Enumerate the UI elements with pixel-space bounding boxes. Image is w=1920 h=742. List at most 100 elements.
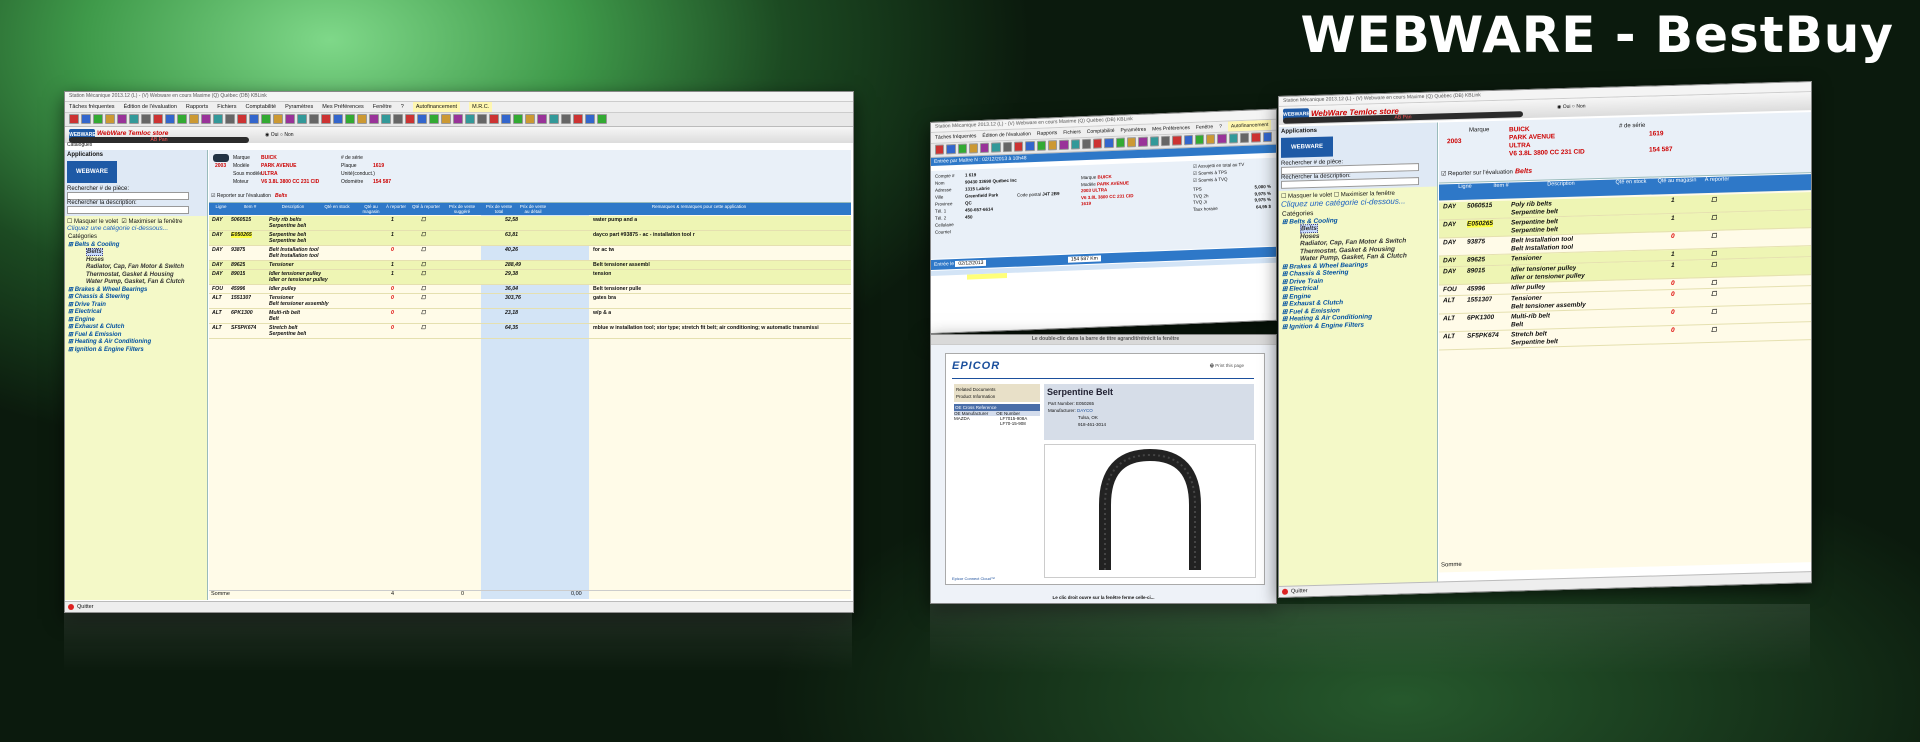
table-row[interactable]: ALT SF5PK674 Stretch belt Serpentine belt 0 ☐… <box>209 324 851 339</box>
toolbar-button-icon[interactable] <box>1149 136 1159 147</box>
toolbar-button-icon[interactable] <box>273 114 283 124</box>
toolbar-button-icon[interactable] <box>513 114 523 124</box>
right-report-checkbox[interactable]: ☐ <box>1711 326 1717 334</box>
column-header[interactable]: Qté à reporter <box>409 204 443 209</box>
toolbar-button-icon[interactable] <box>968 143 979 154</box>
menu-3[interactable]: Fichiers <box>217 102 236 112</box>
right-column-header[interactable]: Description <box>1539 181 1583 188</box>
column-header[interactable]: Item # <box>233 204 267 209</box>
report-button[interactable]: ☑ Reporter sur l'évaluation <box>211 193 271 199</box>
tree-item-selected[interactable]: Belts <box>86 248 103 256</box>
column-header[interactable]: Prix de vente total <box>481 204 517 214</box>
toolbar-button-icon[interactable] <box>333 114 343 124</box>
right-report-checkbox[interactable]: ☐ <box>1711 308 1717 316</box>
toolbar-button-icon[interactable] <box>1127 137 1137 148</box>
toolbar-button-icon[interactable] <box>1081 138 1092 150</box>
toolbar-button-icon[interactable] <box>369 114 379 124</box>
toolbar-button-icon[interactable] <box>946 144 956 155</box>
epicor-link[interactable]: Product Information <box>956 393 1038 400</box>
menu-4[interactable]: Comptabilité <box>1087 126 1115 137</box>
toolbar-button-icon[interactable] <box>1251 132 1261 143</box>
toolbar-button-icon[interactable] <box>177 114 187 124</box>
client-field-value[interactable]: Greenfield Park <box>965 192 998 198</box>
tax-checkbox[interactable]: ☑ Soumis à TVQ <box>1193 175 1244 184</box>
tree-root[interactable]: Catégories <box>68 234 207 242</box>
tab-applications[interactable]: Applications <box>67 152 205 158</box>
right-report-checkbox[interactable]: ☐ <box>1711 196 1717 204</box>
toolbar-button-icon[interactable] <box>69 114 79 124</box>
menu-2[interactable]: Rapports <box>1037 128 1057 139</box>
toolbar-button-icon[interactable] <box>237 114 247 124</box>
report-checkbox[interactable]: ☐ <box>421 286 426 292</box>
tree-item[interactable]: ⊞ Brakes & Wheel Bearings <box>68 287 207 295</box>
mfr[interactable]: DAYCO <box>1077 408 1093 413</box>
toolbar-button-icon[interactable] <box>1002 141 1013 153</box>
toolbar-button-icon[interactable] <box>201 114 211 124</box>
toolbar-button-icon[interactable] <box>393 114 403 124</box>
column-header[interactable]: Ligne <box>211 204 231 209</box>
right-oui-non[interactable]: ◉ Oui ○ Non <box>1557 103 1586 110</box>
toolbar-button-icon[interactable] <box>1217 133 1227 144</box>
toolbar-button-icon[interactable] <box>1240 132 1250 144</box>
tree-item[interactable]: Radiator, Cap, Fan Motor & Switch <box>68 264 207 272</box>
menu-5[interactable]: Pyramètres <box>1121 125 1147 136</box>
toolbar-button-icon[interactable] <box>405 114 415 124</box>
toolbar-button-icon[interactable] <box>1115 137 1126 148</box>
tree-item[interactable]: ⊞ Chassis & Steering <box>68 294 207 302</box>
column-header[interactable]: Qté en stock <box>319 204 355 209</box>
tree-item[interactable]: ⊞ Engine <box>68 317 207 325</box>
toolbar-button-icon[interactable] <box>585 114 595 124</box>
toolbar-button-icon[interactable] <box>991 142 1001 153</box>
toolbar-button-icon[interactable] <box>249 114 259 124</box>
right-report-checkbox[interactable]: ☐ <box>1711 279 1717 287</box>
toolbar-button-icon[interactable] <box>1104 137 1114 149</box>
right-report-checkbox[interactable]: ☐ <box>1711 261 1717 269</box>
menu-3[interactable]: Fichiers <box>1063 127 1081 138</box>
right-column-header[interactable]: Qté en stock <box>1609 179 1653 186</box>
toolbar-button-icon[interactable] <box>225 114 235 124</box>
toolbar-button-icon[interactable] <box>1047 140 1058 151</box>
client-field-value[interactable]: QC <box>965 200 972 205</box>
toolbar-button-icon[interactable] <box>189 114 199 124</box>
right-report-checkbox[interactable]: ☐ <box>1711 232 1717 240</box>
toolbar-button-icon[interactable] <box>309 114 319 124</box>
right-report-checkbox[interactable]: ☐ <box>1711 290 1717 298</box>
table-row[interactable]: ALT 6PK1300 Multi-rib belt Belt 0 ☐ 23,18 w/p &… <box>209 309 851 324</box>
tree-item[interactable]: Thermostat, Gasket & Housing <box>68 272 207 280</box>
right-report-checkbox[interactable]: ☐ <box>1711 214 1717 222</box>
table-row[interactable]: DAY 93875 Belt Installation tool Belt Insta… <box>209 246 851 261</box>
column-header[interactable]: À reporter <box>385 204 407 209</box>
tree-item[interactable]: ⊞ Electrical <box>68 309 207 317</box>
toolbar-button-icon[interactable] <box>597 114 607 124</box>
toolbar-button-icon[interactable] <box>1070 139 1080 150</box>
toolbar-button-icon[interactable] <box>81 114 91 124</box>
odo-input[interactable]: 154 587 Km <box>1067 255 1101 263</box>
column-header[interactable]: Prix de vente au détail <box>519 204 547 214</box>
right-report-checkbox[interactable]: ☐ <box>1711 250 1717 258</box>
tree-item[interactable]: ⊞ Exhaust & Clutch <box>68 324 207 332</box>
toolbar-button-icon[interactable] <box>165 114 175 124</box>
menu-1[interactable]: Édition de l'évaluation <box>124 102 177 112</box>
toolbar-button-icon[interactable] <box>489 114 499 124</box>
tree-item[interactable]: Belts <box>68 248 207 257</box>
report-checkbox[interactable]: ☐ <box>421 247 426 253</box>
menu-0[interactable]: Tâches fréquentes <box>935 131 976 143</box>
table-row[interactable]: ALT 1551307 Tensioner Belt tensioner assemb… <box>209 294 851 309</box>
menu-6[interactable]: Mes Préférences <box>322 102 364 112</box>
date-input[interactable]: 02/12/2013 <box>955 259 987 268</box>
menu-8[interactable]: ? <box>1219 122 1222 132</box>
toolbar-button-icon[interactable] <box>1262 131 1272 143</box>
column-header[interactable]: Qté au magasin <box>359 204 383 214</box>
tree-item[interactable]: Water Pump, Gasket, Fan & Clutch <box>68 279 207 287</box>
epicor-link[interactable]: Related Documents <box>956 386 1038 393</box>
report-checkbox[interactable]: ☐ <box>421 271 426 277</box>
client-field-value[interactable]: 1 619 <box>965 172 976 177</box>
eval-active-cell[interactable] <box>967 273 1007 280</box>
toolbar-button-icon[interactable] <box>417 114 427 124</box>
toolbar-button-icon[interactable] <box>1183 134 1193 146</box>
toolbar-button-icon[interactable] <box>141 114 151 124</box>
table-row[interactable]: DAY 89625 Tensioner 1 ☐ 288,49 Belt tensioner … <box>209 261 851 270</box>
toolbar-button-icon[interactable] <box>1194 134 1205 145</box>
report-checkbox[interactable]: ☐ <box>421 325 426 331</box>
print-link[interactable]: 🖶 Print this page <box>1210 362 1244 370</box>
